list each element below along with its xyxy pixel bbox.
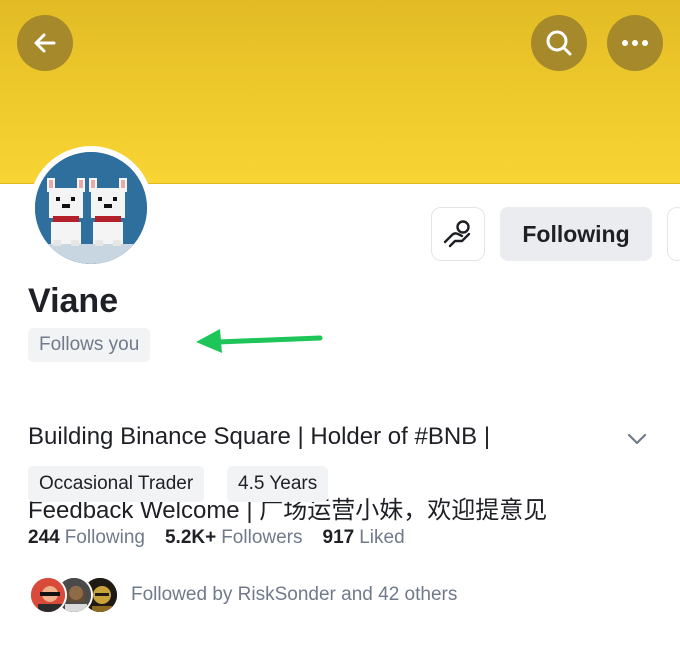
- tip-hand-icon: [443, 220, 471, 248]
- mutual-follower-avatar: [29, 576, 67, 614]
- liked-stat[interactable]: 917 Liked: [323, 525, 405, 551]
- bio-line-1: Building Binance Square | Holder of #BNB…: [28, 423, 491, 450]
- search-button[interactable]: [531, 15, 587, 71]
- followers-count: 5.2K+: [164, 527, 217, 548]
- more-dots-icon: [622, 40, 648, 46]
- more-options-button[interactable]: [607, 15, 663, 71]
- liked-label: Liked: [359, 527, 405, 548]
- tag-label: 4.5 Years: [238, 473, 318, 494]
- following-button[interactable]: Following: [500, 207, 652, 261]
- follows-you-label: Follows you: [39, 334, 140, 355]
- tip-button[interactable]: [431, 207, 485, 261]
- avatar[interactable]: [35, 152, 147, 264]
- trader-type-tag: Occasional Trader: [28, 466, 205, 502]
- following-count: 244: [28, 527, 60, 548]
- following-label: Following: [64, 527, 145, 548]
- partial-edge-button[interactable]: [667, 207, 680, 261]
- chevron-down-icon[interactable]: [626, 429, 648, 449]
- profile-name: Viane: [28, 282, 119, 320]
- back-button[interactable]: [17, 15, 73, 71]
- pixel-dogs-avatar-image: [35, 152, 147, 264]
- liked-count: 917: [322, 527, 355, 548]
- followers-label: Followers: [221, 527, 303, 548]
- following-button-label: Following: [522, 220, 630, 247]
- follows-you-badge: Follows you: [28, 328, 151, 362]
- back-arrow-icon: [34, 33, 56, 53]
- followed-by-text: Followed by RiskSonder and 42 others: [131, 584, 458, 605]
- profile-stats: 244 Following 5.2K+ Followers 917 Liked: [28, 525, 405, 551]
- account-age-tag: 4.5 Years: [227, 466, 329, 502]
- following-stat[interactable]: 244 Following: [28, 525, 145, 551]
- search-icon: [546, 30, 572, 56]
- followers-stat[interactable]: 5.2K+ Followers: [165, 525, 303, 551]
- tag-label: Occasional Trader: [39, 473, 194, 494]
- mutual-followers-row[interactable]: Followed by RiskSonder and 42 others: [29, 574, 457, 616]
- green-arrow-annotation: [196, 329, 323, 353]
